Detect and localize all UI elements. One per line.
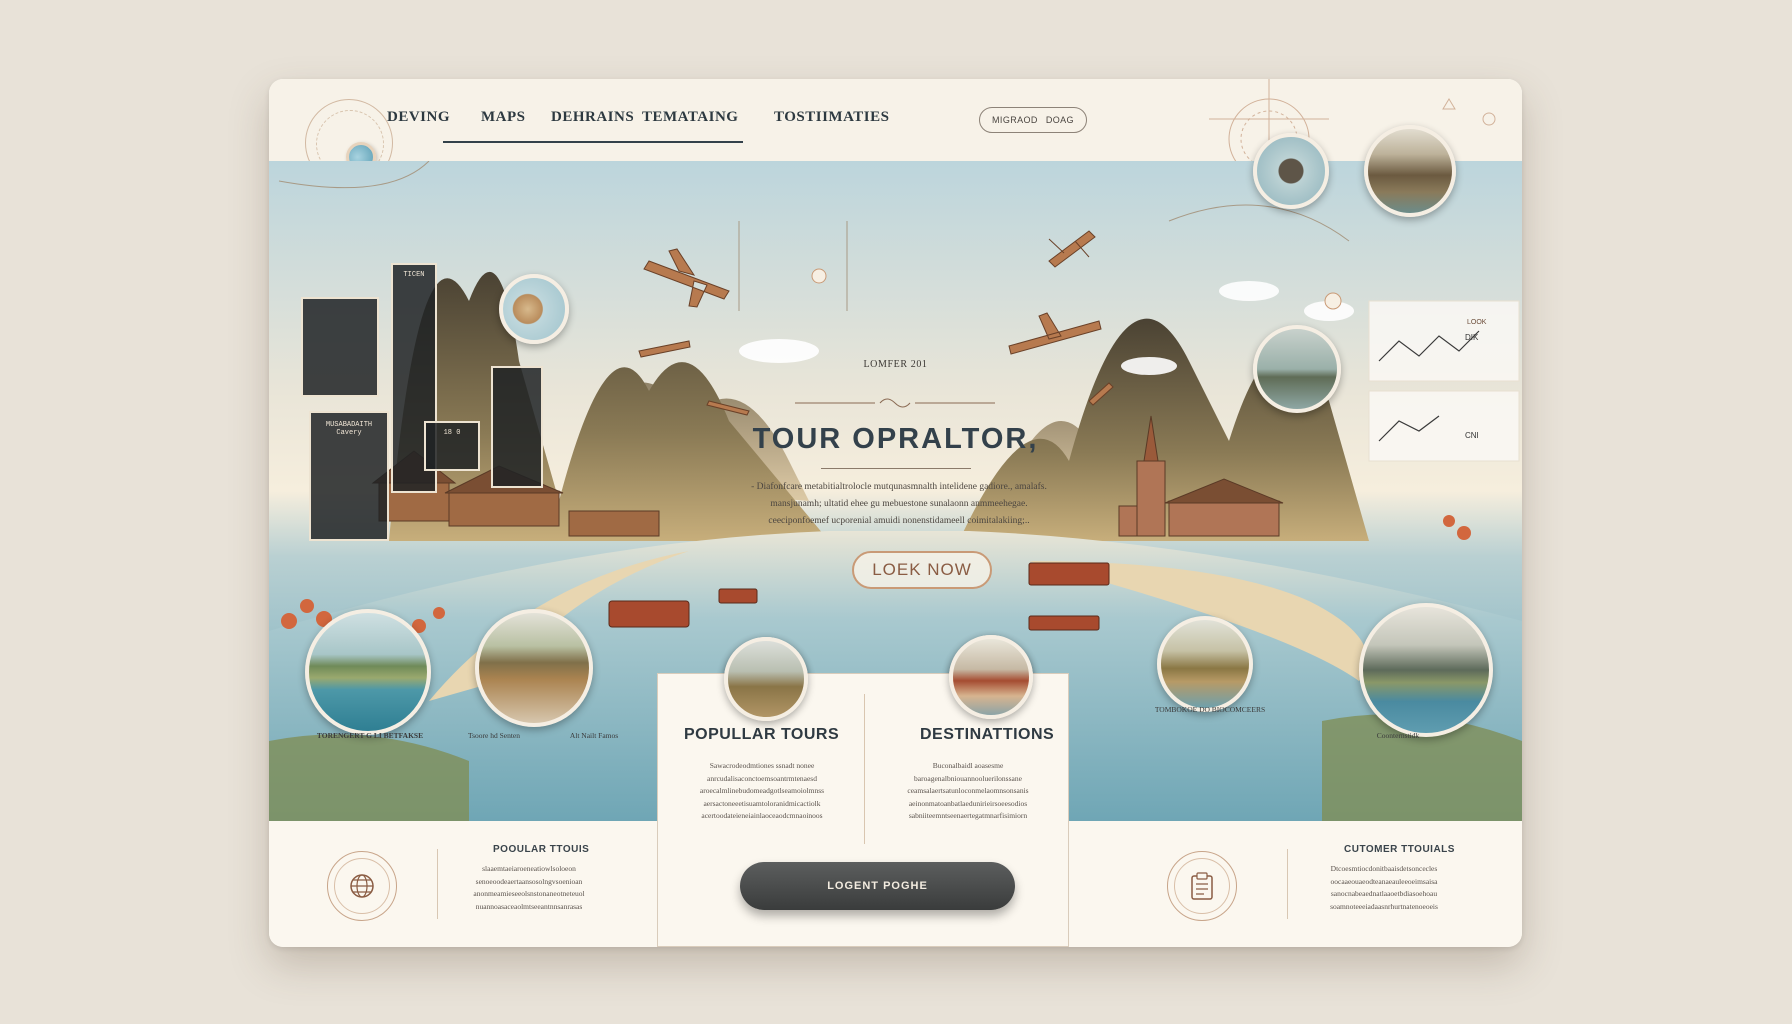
header: DEVING MAPS DEHRAINS TEMATAING TOSTIIMAT… xyxy=(269,79,1522,187)
info-panel-left-photo xyxy=(301,297,379,397)
footer-divider-left xyxy=(437,849,438,919)
destinations-title[interactable]: DESTINATTIONS xyxy=(920,726,1054,744)
destinations-text: Buconalbaidl aoasesme baroagenalbniouann… xyxy=(907,761,1029,820)
footer-right-title: CUTOMER TTOUIALS xyxy=(1344,844,1455,855)
hero-title: TOUR OPRALTOR, xyxy=(752,423,1039,455)
map-circle-photo xyxy=(499,274,569,344)
caption-left-2: Tsoore hd Senten xyxy=(468,731,520,740)
hero-subtitle: LOMFER 201 xyxy=(863,359,928,370)
footer-left-title: POOULAR TTOUIS xyxy=(493,844,590,855)
mountains-lake-circle-photo[interactable] xyxy=(1359,603,1493,737)
panel-right-label-2: DIK xyxy=(1465,333,1479,342)
caption-right-1: TOMBOKOE DO BIOCOMCEERS xyxy=(1154,705,1266,714)
lake-circle-photo[interactable] xyxy=(305,609,431,735)
river-circle-photo[interactable] xyxy=(1157,616,1253,712)
popular-tours-text: Sawacrodeodmtiones ssnadt nonee anrcudal… xyxy=(699,761,825,820)
waterfall-circle-photo xyxy=(1364,125,1456,217)
clipboard-icon-glyph xyxy=(1191,872,1213,900)
clipboard-icon[interactable] xyxy=(1167,851,1237,921)
popular-tours-title[interactable]: POPULLAR TOURS xyxy=(684,726,839,744)
footer-right-text: Dtcoesmtiocdonitbaaisdetsoncecles oocaae… xyxy=(1330,864,1438,911)
card-photo-tours[interactable] xyxy=(724,637,808,721)
globe-icon-glyph xyxy=(350,874,374,898)
island-circle-photo xyxy=(1253,133,1329,209)
globe-icon[interactable] xyxy=(327,851,397,921)
caption-left-1: TORENGERT G LI BETFAKSE xyxy=(316,731,424,740)
ornament-divider xyxy=(795,398,995,408)
card-photo-destinations[interactable] xyxy=(949,635,1033,719)
login-button[interactable]: LOGENT POGHE xyxy=(740,862,1015,910)
tour-site-mockup: DEVING MAPS DEHRAINS TEMATAING TOSTIIMAT… xyxy=(269,79,1522,947)
panel-right-label-1: LOOK xyxy=(1467,319,1487,326)
title-underline xyxy=(821,468,971,469)
footer-divider-right xyxy=(1287,849,1288,919)
hills-circle-photo[interactable] xyxy=(475,609,593,727)
caption-left-3: Alt Nailt Famos xyxy=(569,731,619,740)
card-divider xyxy=(864,694,865,844)
caption-right-2: Coonternstidk xyxy=(1376,731,1420,740)
look-now-button[interactable]: LOEK NOW xyxy=(852,551,992,589)
header-ornaments xyxy=(1209,79,1496,161)
footer-left-text: slaaemtaeiaroeneatiowlsoloeon senoeoodea… xyxy=(473,864,585,911)
hero-description: - Diafonfcare metabitialtrolocle mutquna… xyxy=(751,482,1047,526)
